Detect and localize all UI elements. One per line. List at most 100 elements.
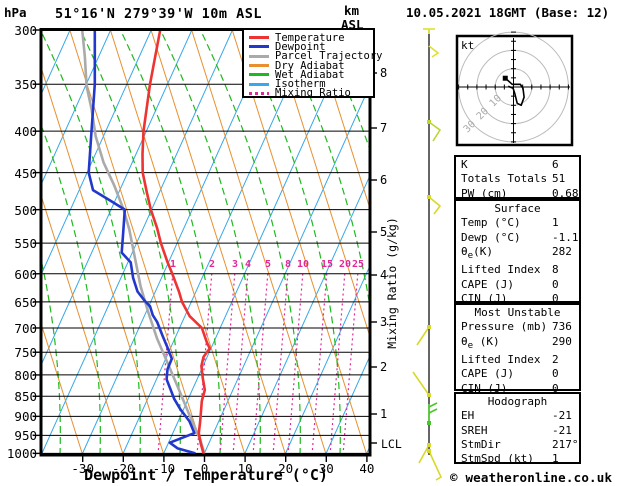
mixing-ratio-label: 5 [264,259,272,270]
panel-row-value: 6 [552,158,559,171]
panel-surface: Surface Temp (°C) 1 Dewp (°C) -1.1 θe(K) 282 Li… [454,199,581,305]
altitude-unit-km: km [344,3,360,18]
hodograph: 102030 [455,31,574,147]
wind-barb-dot [427,443,431,447]
panel-row-value: -21 [552,409,572,423]
legend-item-mixing-ratio: Mixing Ratio [249,87,371,100]
pressure-tick-label: 450 [14,165,37,181]
panel-row-label: Lifted Index [461,263,541,277]
hodograph-unit-label: kt [461,39,475,52]
station-title: 51°16'N 279°39'W 10m ASL [55,6,263,22]
panel-title: Surface [494,202,541,215]
legend-label: Mixing Ratio [275,87,351,100]
panel-row-value: 2 [552,353,559,367]
wind-barb [428,408,438,414]
panel-row-label: K [461,158,468,171]
wind-barb [428,196,442,215]
panel-row: Lifted Index 8 [456,263,579,277]
panel-row-label: SREH [461,423,488,437]
footer-credit: © weatheronline.co.uk [450,470,613,485]
mixing-ratio-label: 10 [296,259,310,270]
pressure-tick-label: 400 [14,124,37,140]
panel-row-value: 0 [552,277,559,291]
panel-row-value: 282 [552,244,572,258]
panel-row-label: Totals Totals [461,172,548,186]
panel-row: K6 [456,158,579,172]
panel-row-label: Pressure (mb) [461,320,548,334]
lcl-label: LCL [381,437,402,451]
mixing-ratio-label: 2 [208,259,216,270]
altitude-tick-label: 1 [380,407,388,421]
pressure-unit-label: hPa [4,5,27,20]
mixing-ratio-label: 15 [320,259,334,270]
dry-adiabat-line [69,29,205,456]
pressure-tick-label: 350 [14,77,37,93]
mixing-ratio-line [232,270,249,456]
panel-row-label: StmSpd (kt) [461,452,534,466]
panel-row-label: EH [461,409,475,423]
panel-row: StmDir 217° [456,438,579,452]
panel-row-value: 8 [552,263,559,277]
trace-temperature [141,29,211,454]
legend-box: Temperature Dewpoint Parcel Trajectory Dry … [242,28,382,100]
panel-row-value: 1 [552,216,559,230]
mixing-ratio-label: 3 [231,259,239,270]
hodograph-marker [502,75,508,81]
panel-row: EH -21 [456,409,579,423]
altitude-tick-label: 2 [380,360,388,374]
panel-row-label: Lifted Index [461,353,541,367]
panel-row: Lifted Index 2 [456,353,579,367]
altitude-tick-label: 6 [380,173,388,187]
wind-barb [428,450,443,481]
panel-most-unstable: Most Unstable Pressure (mb) 736 θe (K) 290 Li… [454,303,581,395]
pressure-tick-label: 650 [14,294,37,310]
panel-title: Most Unstable [474,306,561,319]
panel-row-value: -21 [552,423,572,437]
pressure-tick-label: 750 [14,345,37,361]
legend-swatch [249,82,269,86]
panel-title: Hodograph [487,395,548,408]
wind-barb [428,121,442,142]
wind-barb [416,326,430,346]
wind-barb-dot [427,325,431,329]
panel-row-value: -1.1 [552,230,579,244]
panel-hodograph: Hodograph EH -21 SREH -21 StmDir 217° StmSpd (k… [454,392,581,466]
mixing-ratio-label: 1 [169,259,177,270]
mixing-ratio-axis-label: Mixing Ratio (g/kg) [385,217,399,349]
panel-row-value: 736 [552,320,572,334]
wind-barb-dot [427,393,431,397]
wind-barb [412,371,430,396]
panel-row-label: θe (K) [461,334,500,351]
panel-row-label: CAPE (J) [461,277,514,291]
panel-row-value: 0 [552,367,559,381]
pressure-tick-label: 500 [14,202,37,218]
panel-row: Totals Totals 51 [456,172,579,186]
wind-barb-dot [427,195,431,199]
pressure-tick-label: 300 [14,23,37,38]
legend-swatch [249,91,269,95]
date-title: 10.05.2021 18GMT (Base: 12) [406,5,610,20]
panel-row: Dewp (°C) -1.1 [456,231,579,245]
pressure-tick-label: 550 [14,236,37,252]
mixing-ratio-line [219,270,236,456]
panel-row: Temp (°C) 1 [456,216,579,230]
panel-row: θe(K) 282 [456,245,579,263]
dry-adiabat-line [109,29,246,456]
mixing-ratio-label: 20 [338,259,352,270]
panel-row: StmSpd (kt) 1 [456,452,579,466]
x-axis-title: Dewpoint / Temperature (°C) [84,466,328,484]
legend-swatch [249,36,269,40]
pressure-tick-label: 950 [14,428,37,444]
legend-swatch [249,54,269,58]
wind-barb [428,45,440,58]
panel-row-value: 290 [552,334,572,348]
panel-row: θe (K) 290 [456,335,579,353]
panel-row-label: PW (cm) [461,186,508,200]
mixing-ratio-line [342,270,359,456]
mixing-ratio-label: 25 [351,259,365,270]
panel-row: SREH -21 [456,424,579,438]
legend-swatch [249,45,269,49]
altitude-tick-label: 7 [380,121,388,135]
legend-swatch [249,64,269,68]
panel-row: Pressure (mb) 736 [456,320,579,334]
